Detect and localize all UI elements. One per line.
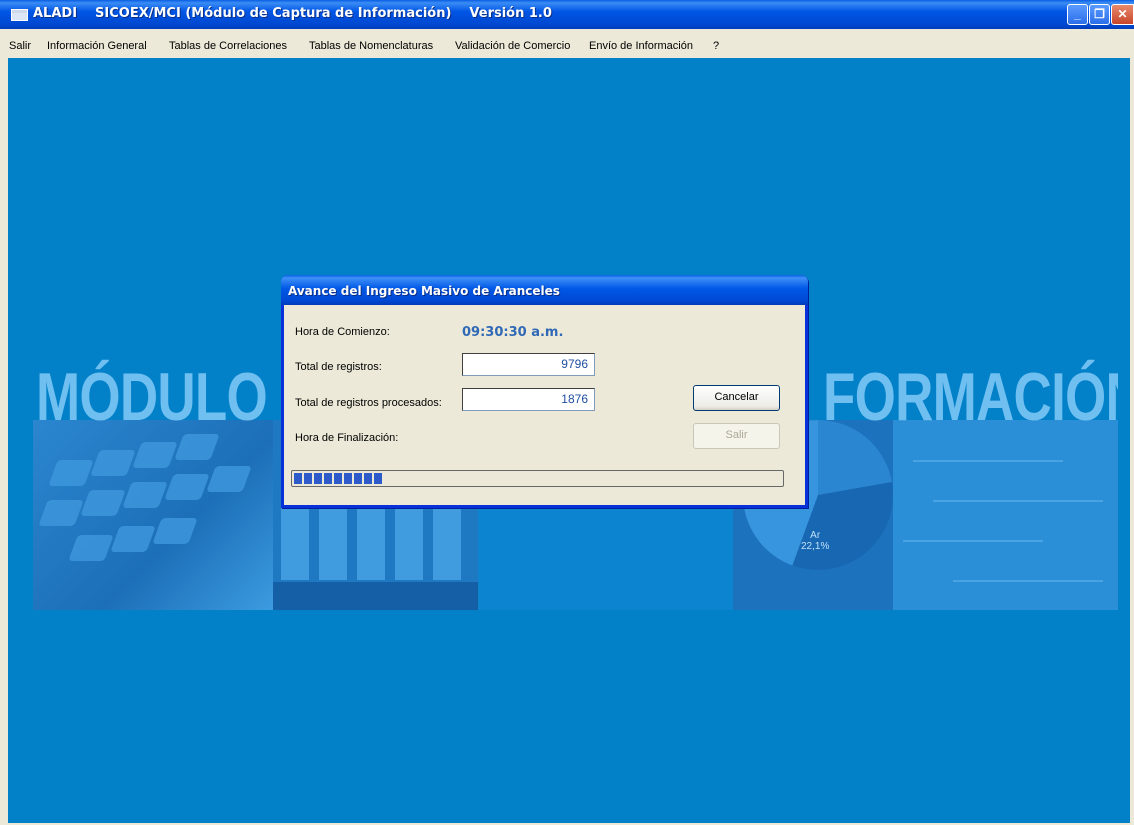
menu-validacion-comercio[interactable]: Validación de Comercio [455, 40, 570, 52]
title-bar: ALADI SICOEX/MCI (Módulo de Captura de In… [0, 0, 1134, 29]
close-button[interactable]: ✕ [1111, 4, 1134, 25]
circuit-image [893, 420, 1118, 610]
restore-button[interactable]: ❐ [1089, 4, 1110, 25]
menu-help[interactable]: ? [713, 40, 719, 52]
minimize-icon: _ [1074, 7, 1081, 21]
start-time-label: Hora de Comienzo: [295, 326, 390, 338]
end-time-label: Hora de Finalización: [295, 432, 399, 444]
frame-border-right [1130, 58, 1134, 825]
restore-icon: ❐ [1094, 7, 1105, 21]
menu-salir[interactable]: Salir [9, 40, 31, 52]
total-records-field[interactable]: 9796 [462, 353, 595, 376]
keyboard-image [33, 420, 273, 610]
main-window: ALADI SICOEX/MCI (Módulo de Captura de In… [0, 0, 1134, 825]
exit-button[interactable]: Salir [693, 423, 780, 449]
menu-envio-informacion[interactable]: Envío de Información [589, 40, 693, 52]
dialog-title: Avance del Ingreso Masivo de Aranceles [288, 284, 560, 298]
start-time-value: 09:30:30 a.m. [462, 325, 564, 340]
progress-dialog: Avance del Ingreso Masivo de Aranceles H… [281, 275, 808, 508]
menu-tablas-nomenclaturas[interactable]: Tablas de Nomenclaturas [309, 40, 433, 52]
minimize-button[interactable]: _ [1067, 4, 1088, 25]
app-name: ALADI [33, 6, 78, 21]
app-window-icon [11, 9, 28, 21]
version-label: Versión 1.0 [469, 6, 552, 21]
window-title: ALADI SICOEX/MCI (Módulo de Captura de In… [33, 6, 552, 21]
processed-records-field[interactable]: 1876 [462, 388, 595, 411]
module-title: SICOEX/MCI (Módulo de Captura de Informa… [95, 6, 452, 21]
pie-label: Ar 22,1% [801, 530, 830, 552]
banner-text-right: FORMACIÓN [823, 359, 1118, 435]
menu-bar: Salir Información General Tablas de Corr… [0, 37, 1134, 55]
banner-text-left: MÓDULO [36, 359, 268, 435]
frame-border-left [0, 58, 8, 825]
total-records-label: Total de registros: [295, 361, 382, 373]
menu-tablas-correlaciones[interactable]: Tablas de Correlaciones [169, 40, 287, 52]
processed-records-label: Total de registros procesados: [295, 397, 442, 409]
progress-bar [291, 470, 784, 487]
cancel-button[interactable]: Cancelar [693, 385, 780, 411]
dialog-title-bar[interactable]: Avance del Ingreso Masivo de Aranceles [281, 275, 808, 305]
progress-fill [294, 473, 384, 484]
close-icon: ✕ [1117, 7, 1128, 21]
menu-informacion-general[interactable]: Información General [47, 40, 147, 52]
